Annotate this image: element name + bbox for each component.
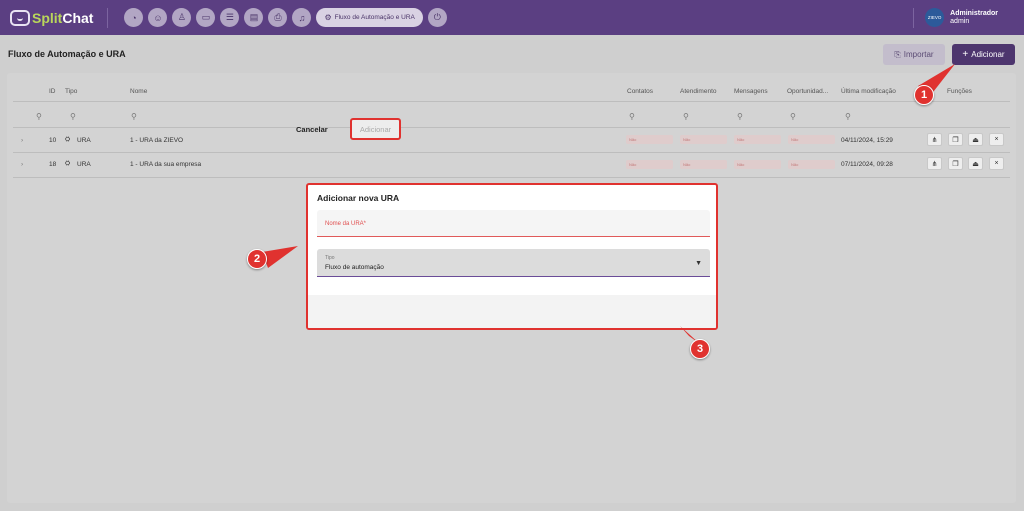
step-badge-1: 1 — [914, 85, 934, 105]
step-badge-2: 2 — [247, 249, 267, 269]
pointer-2-arrow — [262, 246, 298, 268]
annotation-pointers — [262, 64, 955, 344]
step-badge-3: 3 — [690, 339, 710, 359]
